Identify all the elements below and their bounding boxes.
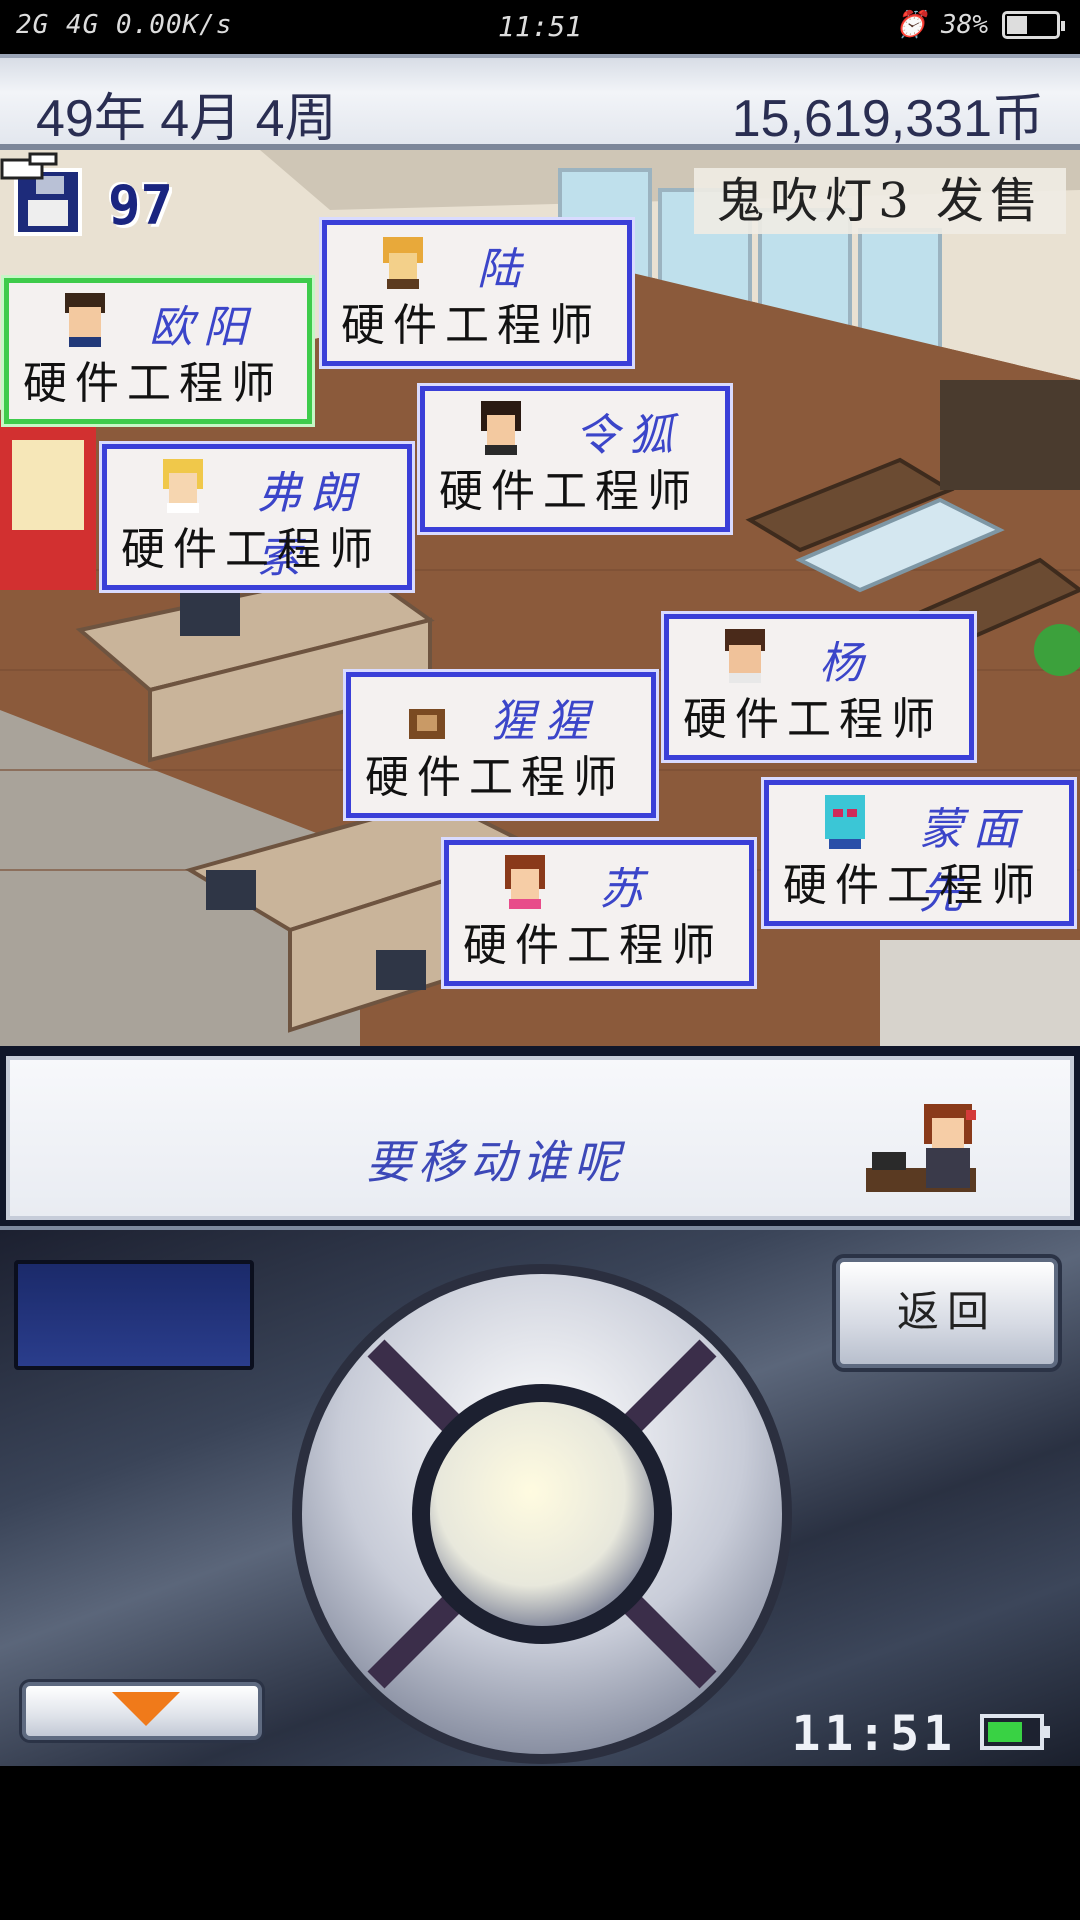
status-bar: 2G 4G 0.00K/s 11:51 ⏰ 38% bbox=[0, 0, 1080, 54]
battery-percent: 38% bbox=[941, 10, 988, 40]
back-button[interactable]: 返回 bbox=[836, 1258, 1058, 1368]
employee-role: 硬件工程师 bbox=[365, 752, 625, 803]
employee-portrait-icon bbox=[505, 855, 545, 909]
employee-portrait-icon bbox=[825, 795, 865, 849]
hand-pointer-icon bbox=[0, 152, 58, 180]
employee-role: 硬件工程师 bbox=[463, 920, 723, 971]
employee-tag-yang[interactable]: 杨 硬件工程师 bbox=[664, 614, 974, 760]
employee-portrait-icon bbox=[481, 401, 521, 455]
chevron-down-icon bbox=[112, 1692, 180, 1726]
game-date: 49年 4月 4周 bbox=[36, 90, 337, 148]
alarm-icon: ⏰ bbox=[894, 10, 928, 40]
employee-name: 陆 bbox=[477, 244, 531, 295]
employee-tag-ouyang[interactable]: 欧阳 硬件工程师 bbox=[4, 278, 312, 424]
release-notice: 鬼吹灯3 发售 bbox=[694, 168, 1066, 234]
message-text: 要移动谁呢 bbox=[366, 1135, 626, 1189]
employee-tag-su[interactable]: 苏 硬件工程师 bbox=[444, 840, 754, 986]
employee-portrait-icon bbox=[65, 293, 105, 347]
employee-role: 硬件工程师 bbox=[23, 358, 283, 409]
message-bar: 要移动谁呢 bbox=[0, 1046, 1080, 1226]
employee-portrait-icon bbox=[163, 459, 203, 513]
employee-tag-lu[interactable]: 陆 硬件工程师 bbox=[322, 220, 632, 366]
money-display: 15,619,331币 bbox=[731, 90, 1044, 148]
secretary-icon bbox=[866, 1104, 976, 1192]
employee-role: 硬件工程师 bbox=[341, 300, 601, 351]
employee-portrait-icon bbox=[409, 709, 445, 739]
employee-name: 苏 bbox=[599, 864, 653, 915]
employee-name: 杨 bbox=[819, 638, 873, 689]
employee-tag-francois[interactable]: 弗朗索 硬件工程师 bbox=[102, 444, 412, 590]
office-scene[interactable]: 97 鬼吹灯3 发售 欧阳 硬件工程师 陆 硬件工程师 令狐 硬件工程师 弗朗索… bbox=[0, 150, 1080, 1046]
employee-role: 硬件工程师 bbox=[783, 860, 1043, 911]
menu-down-button[interactable] bbox=[22, 1682, 262, 1740]
dpad[interactable] bbox=[286, 1258, 798, 1770]
employee-portrait-icon bbox=[383, 237, 423, 289]
employee-name: 令狐 bbox=[575, 410, 683, 461]
employee-role: 硬件工程师 bbox=[683, 694, 943, 745]
employee-tag-xingxing[interactable]: 猩猩 硬件工程师 bbox=[346, 672, 656, 818]
employee-tag-linghu[interactable]: 令狐 硬件工程师 bbox=[420, 386, 730, 532]
game-clock: 11:51 bbox=[791, 1706, 956, 1762]
lcd-screen bbox=[14, 1260, 254, 1370]
employee-name: 猩猩 bbox=[491, 696, 599, 747]
employee-role: 硬件工程师 bbox=[439, 466, 699, 517]
employee-name: 欧阳 bbox=[149, 302, 257, 353]
employee-tag-masked[interactable]: 蒙面先 硬件工程师 bbox=[764, 780, 1074, 926]
battery-icon bbox=[1002, 11, 1065, 39]
employee-role: 硬件工程师 bbox=[121, 524, 381, 575]
employee-portrait-icon bbox=[725, 629, 765, 683]
control-panel: 返回 11:51 bbox=[0, 1226, 1080, 1766]
battery-icon bbox=[980, 1714, 1050, 1750]
save-count: 97 bbox=[108, 174, 174, 237]
game-header: 49年 4月 4周 15,619,331币 bbox=[0, 54, 1080, 150]
